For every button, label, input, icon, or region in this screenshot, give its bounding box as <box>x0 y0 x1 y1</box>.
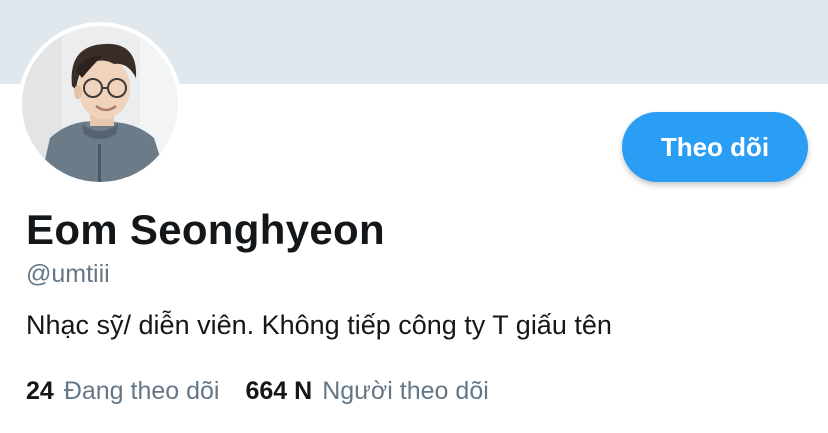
followers-count: 664 N <box>245 377 313 405</box>
following-stat[interactable]: 24 Đang theo dõi <box>26 377 220 406</box>
profile-name: Eom Seonghyeon <box>26 206 385 253</box>
profile-bio: Nhạc sỹ/ diễn viên. Không tiếp công ty T… <box>26 310 612 340</box>
profile-avatar[interactable] <box>18 22 182 186</box>
followers-label: Người theo dõi <box>322 377 489 405</box>
follow-button[interactable]: Theo dõi <box>622 112 808 182</box>
followers-stat[interactable]: 664 N Người theo dõi <box>246 377 489 406</box>
profile-card: Theo dõi Eom Seonghyeon @umtiii Nhạc sỹ/… <box>0 0 828 433</box>
following-count: 24 <box>26 377 54 405</box>
profile-stats: 24 Đang theo dõi 664 N Người theo dõi <box>26 377 489 406</box>
profile-handle: @umtiii <box>26 260 110 288</box>
following-label: Đang theo dõi <box>63 377 220 405</box>
avatar-photo <box>22 26 178 182</box>
